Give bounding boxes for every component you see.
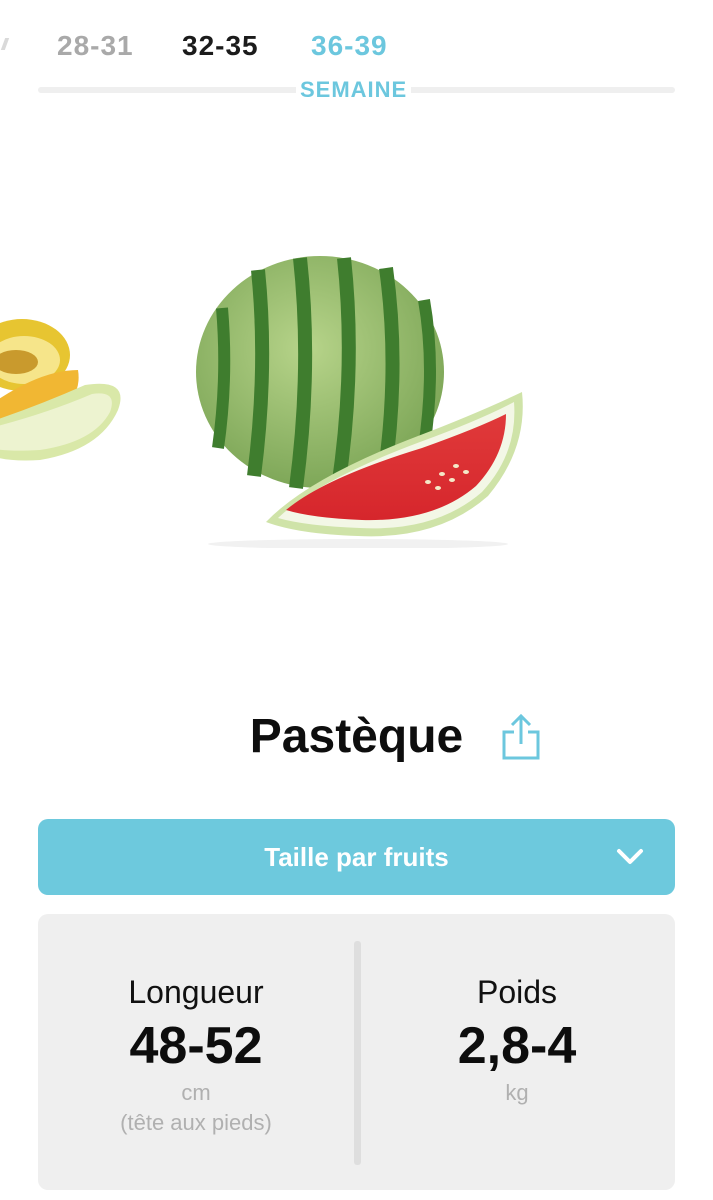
weight-label: Poids	[476, 974, 558, 1010]
tab-week-32-35[interactable]: 32-35	[182, 26, 259, 66]
chevron-down-icon	[617, 849, 643, 864]
week-tab-bar: 28-31 32-35 36-39 SEMAINE	[0, 0, 713, 110]
fruit-carousel[interactable]	[0, 120, 713, 680]
weight-value: 2,8-4	[457, 1017, 577, 1075]
length-unit: cm	[181, 1080, 211, 1105]
length-value: 48-52	[129, 1017, 263, 1075]
length-label: Longueur	[128, 974, 264, 1010]
length-note: (tête aux pieds)	[120, 1110, 272, 1135]
tab-week-36-39[interactable]: 36-39	[311, 26, 388, 66]
week-caption: SEMAINE	[296, 77, 412, 103]
previous-tab-edge[interactable]	[0, 38, 10, 50]
size-comparison-dropdown[interactable]: Taille par fruits	[38, 819, 675, 895]
honeydew-melon-illustration[interactable]	[0, 310, 125, 475]
fruit-name: Pastèque	[249, 710, 464, 763]
tab-week-28-31[interactable]: 28-31	[57, 26, 134, 66]
share-icon[interactable]	[500, 712, 542, 762]
length-stat: Longueur 48-52 cm (tête aux pieds)	[38, 914, 354, 1190]
fruit-stats-card: Longueur 48-52 cm (tête aux pieds) Poids…	[38, 914, 675, 1190]
watermelon-illustration	[196, 256, 523, 548]
weight-unit: kg	[505, 1080, 529, 1105]
weight-stat: Poids 2,8-4 kg	[359, 914, 675, 1190]
dropdown-label: Taille par fruits	[264, 842, 449, 872]
fruit-size-screen: 28-31 32-35 36-39 SEMAINE Pastèque Taill…	[0, 0, 713, 1200]
